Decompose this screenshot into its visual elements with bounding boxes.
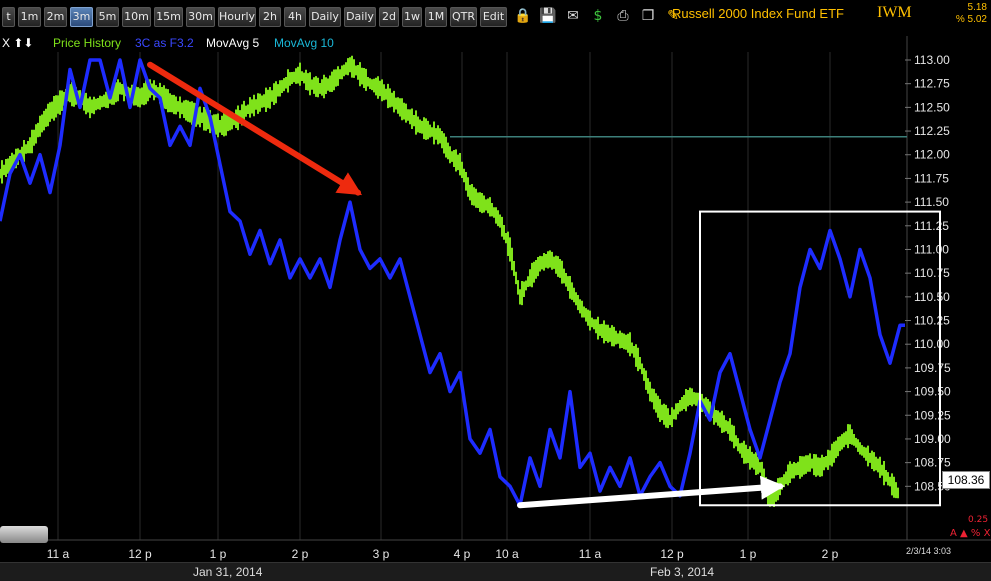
x-tick-label: 1 p xyxy=(740,547,757,561)
price-chart[interactable]: 113.00 112.75 112.50 112.25 112.00 111.75 111.… xyxy=(0,0,991,580)
x-tick-label: 3 p xyxy=(373,547,390,561)
y-tick-label: 111.50 xyxy=(914,195,949,209)
indicator-3c-series xyxy=(0,58,905,508)
y-tick-label: 111.00 xyxy=(914,242,949,256)
y-tick-label: 112.75 xyxy=(914,77,950,91)
x-tick-label: 11 a xyxy=(579,547,602,561)
y-tick-label: 109.75 xyxy=(914,361,951,375)
y-tick-label: 111.75 xyxy=(914,171,949,185)
x-tick-label: 1 p xyxy=(210,547,227,561)
date-label-2: Feb 3, 2014 xyxy=(650,565,715,579)
lower-pane-value: 0.25 xyxy=(968,515,989,525)
y-tick-label: 112.50 xyxy=(914,100,950,114)
x-tick-label: 12 p xyxy=(660,547,684,561)
y-tick-label: 110.25 xyxy=(914,314,950,328)
white-arrow-annotation xyxy=(517,475,785,509)
y-tick-label: 109.50 xyxy=(914,385,951,399)
y-tick-label: 109.25 xyxy=(914,408,951,422)
x-tick-label: 11 a xyxy=(47,547,70,561)
y-tick-label: 111.25 xyxy=(914,219,949,233)
y-tick-label: 110.00 xyxy=(914,337,950,351)
y-tick-label: 108.75 xyxy=(914,456,951,470)
timestamp: 2/3/14 3:03 xyxy=(906,546,952,556)
date-label-1: Jan 31, 2014 xyxy=(193,565,263,579)
x-tick-label: 10 a xyxy=(495,547,519,561)
date-band: Jan 31, 2014 Feb 3, 2014 xyxy=(0,562,991,581)
lower-pane-icons[interactable]: A ▲ % X xyxy=(950,528,990,539)
scroll-thumb[interactable] xyxy=(0,526,48,543)
y-tick-label: 112.00 xyxy=(914,148,950,162)
y-tick-label: 113.00 xyxy=(914,53,950,67)
y-tick-label: 109.00 xyxy=(914,432,951,446)
x-tick-label: 2 p xyxy=(822,547,839,561)
y-tick-label: 110.50 xyxy=(914,290,950,304)
x-tick-label: 4 p xyxy=(454,547,471,561)
y-tick-label: 110.75 xyxy=(914,266,950,280)
y-tick-label: 112.25 xyxy=(914,124,950,138)
x-tick-label: 2 p xyxy=(292,547,309,561)
x-tick-label: 12 p xyxy=(128,547,152,561)
last-price-flag: 108.36 xyxy=(942,471,990,489)
